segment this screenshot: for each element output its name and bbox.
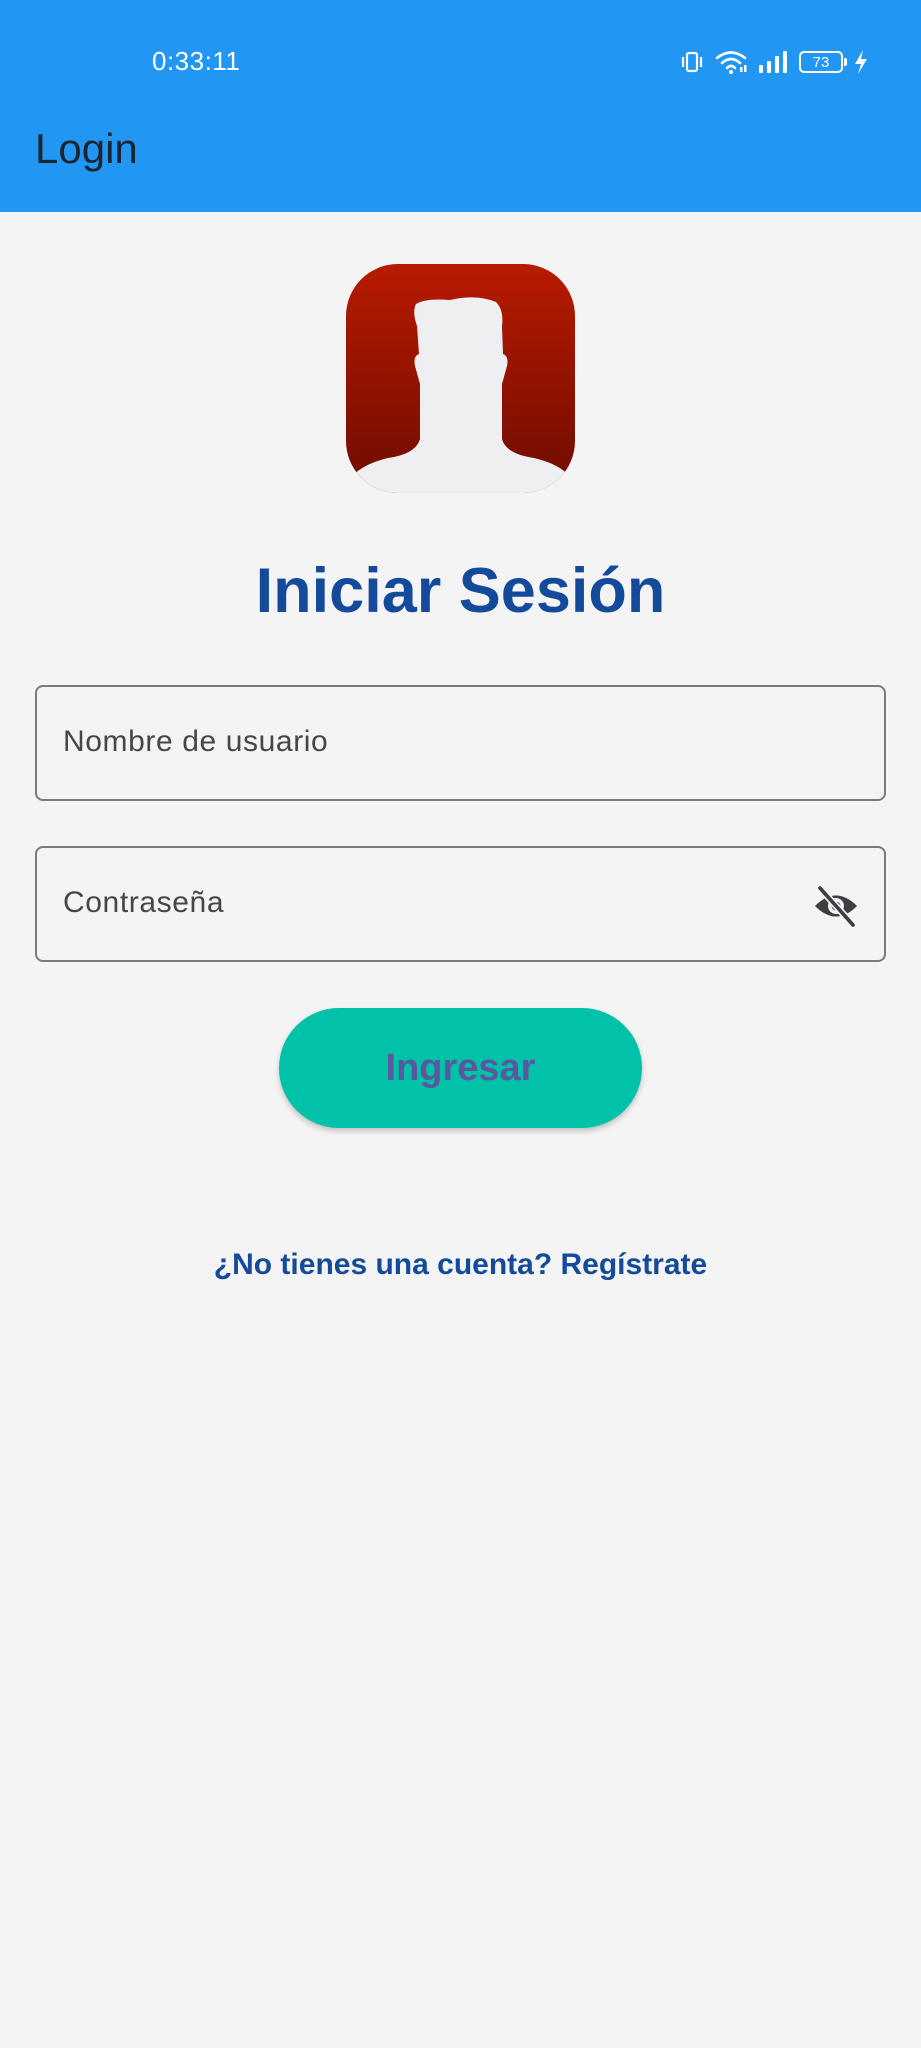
app-bar: 0:33:11 73 Login — [0, 0, 921, 212]
battery-icon: 73 — [799, 51, 847, 73]
login-button-label: Ingresar — [385, 1046, 536, 1089]
login-button[interactable]: Ingresar — [279, 1008, 642, 1128]
username-field[interactable]: Nombre de usuario — [35, 685, 886, 801]
battery-level: 73 — [812, 53, 830, 71]
password-placeholder: Contraseña — [63, 886, 225, 919]
vibrate-icon — [679, 49, 705, 75]
register-link[interactable]: ¿No tienes una cuenta? Regístrate — [0, 1248, 921, 1282]
password-field[interactable]: Contraseña — [35, 846, 886, 962]
charging-icon — [853, 49, 869, 75]
signal-icon — [757, 49, 789, 75]
status-time: 0:33:11 — [152, 46, 241, 76]
status-icons: 73 — [679, 44, 869, 80]
page-title: Iniciar Sesión — [255, 556, 666, 626]
user-avatar-icon — [346, 264, 575, 493]
username-placeholder: Nombre de usuario — [63, 725, 329, 758]
wifi-icon — [715, 49, 747, 75]
app-title: Login — [35, 125, 138, 172]
eye-off-icon[interactable] — [812, 882, 860, 930]
